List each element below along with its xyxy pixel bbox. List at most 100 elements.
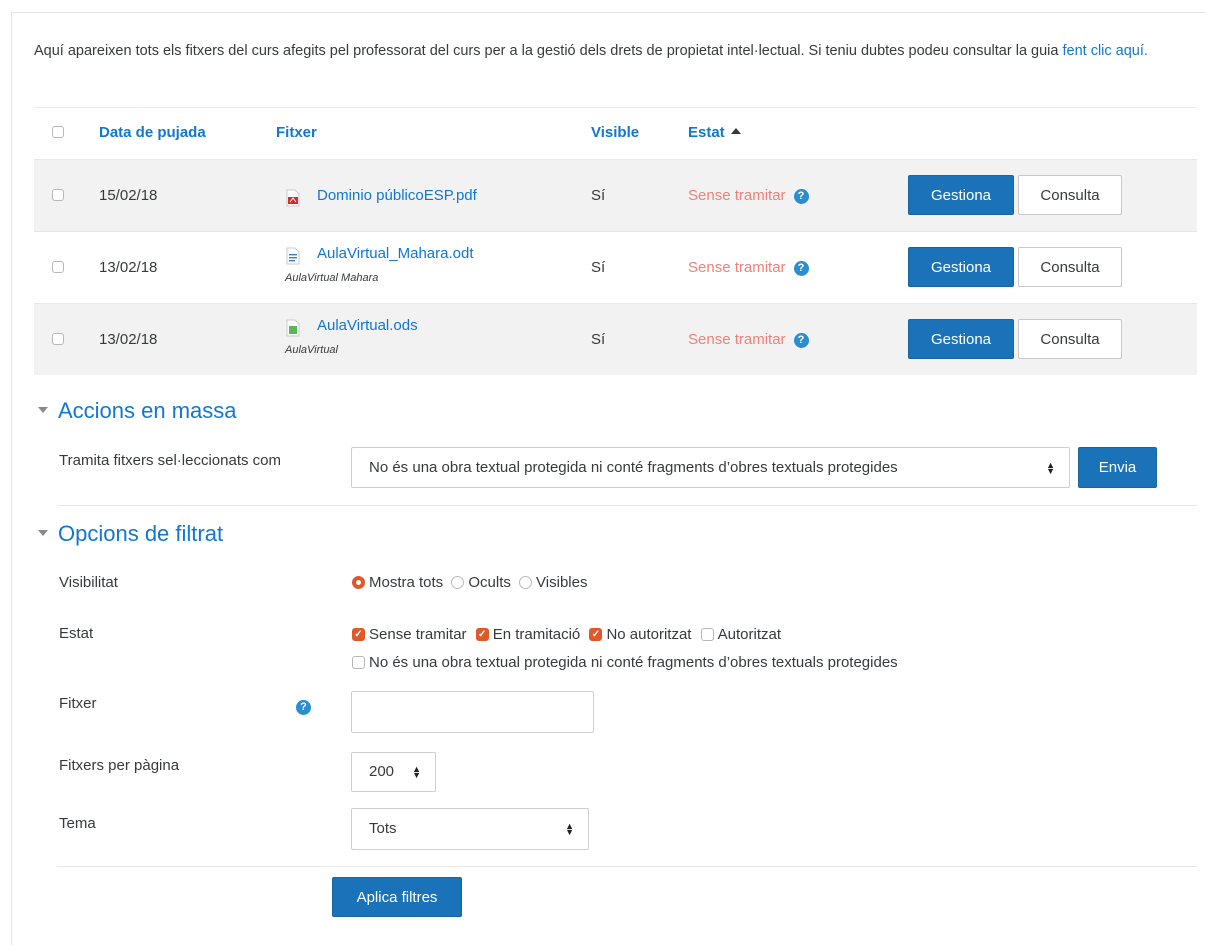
help-icon[interactable]: ?	[793, 260, 809, 276]
radio-label: Ocults	[468, 574, 511, 591]
status-filter-label: Estat	[59, 625, 94, 642]
intro-text: Aquí apareixen tots els fitxers del curs…	[34, 41, 1194, 62]
sort-ascending-icon	[730, 128, 741, 135]
divider	[57, 866, 1197, 867]
table-header: Data de pujada Fitxer Visible Estat	[34, 107, 1197, 159]
table-row: 13/02/18 AulaVirtual_Mahara.odt AulaVirt…	[34, 231, 1197, 303]
column-file[interactable]: Fitxer	[276, 124, 317, 141]
help-icon[interactable]: ?	[793, 188, 809, 204]
collapse-triangle-icon	[38, 407, 48, 414]
file-link[interactable]: AulaVirtual.ods	[317, 317, 418, 334]
radio-label: Mostra tots	[369, 574, 444, 591]
visibility-label: Visibilitat	[59, 574, 118, 591]
checkbox-icon	[352, 655, 365, 669]
file-description: AulaVirtual	[285, 344, 338, 356]
checkbox-authorized[interactable]: Autoritzat	[700, 626, 782, 643]
file-filter-input[interactable]	[351, 691, 594, 733]
row-date: 15/02/18	[99, 187, 158, 204]
bulk-action-label: Tramita fitxers sel·leccionats com	[59, 452, 281, 469]
checkbox-label: No autoritzat	[606, 626, 692, 643]
checkbox-label: En tramitació	[492, 626, 581, 643]
column-date[interactable]: Data de pujada	[99, 124, 206, 141]
bulk-action-select-value: No és una obra textual protegida ni cont…	[369, 459, 898, 476]
row-status: Sense tramitar?	[688, 187, 809, 204]
per-page-select[interactable]: 200 ▲ ▼	[351, 752, 436, 792]
topic-select[interactable]: Tots ▲ ▼	[351, 808, 589, 850]
checkbox-not-processed[interactable]: ✓ Sense tramitar	[352, 626, 467, 643]
row-status: Sense tramitar?	[688, 331, 809, 348]
status-text: Sense tramitar	[688, 331, 786, 348]
checkbox-checked-icon: ✓	[352, 627, 365, 641]
document-file-icon	[286, 247, 300, 265]
manage-button[interactable]: Gestiona	[908, 175, 1014, 215]
manage-button[interactable]: Gestiona	[908, 319, 1014, 359]
status-options: ✓ Sense tramitar ✓ En tramitació ✓ No autor…	[352, 626, 781, 643]
checkbox-icon	[700, 627, 714, 641]
file-link[interactable]: Dominio públicoESP.pdf	[317, 187, 477, 204]
column-status[interactable]: Estat	[688, 124, 741, 141]
view-button[interactable]: Consulta	[1018, 319, 1122, 359]
row-date: 13/02/18	[99, 259, 158, 276]
row-date: 13/02/18	[99, 331, 158, 348]
filter-options-heading[interactable]: Opcions de filtrat	[38, 521, 223, 547]
checkbox-label: Sense tramitar	[369, 626, 467, 643]
row-checkbox[interactable]	[52, 189, 64, 201]
checkbox-in-process[interactable]: ✓ En tramitació	[475, 626, 581, 643]
row-visible: Sí	[591, 259, 606, 276]
help-icon[interactable]: ?	[296, 700, 311, 715]
status-text: Sense tramitar	[688, 187, 786, 204]
row-visible: Sí	[591, 331, 606, 348]
checkbox-label: No és una obra textual protegida ni cont…	[369, 654, 898, 671]
status-text: Sense tramitar	[688, 259, 786, 276]
checkbox-not-authorized[interactable]: ✓ No autoritzat	[589, 626, 691, 643]
topic-value: Tots	[369, 820, 397, 837]
radio-icon	[519, 575, 533, 589]
table-row: 13/02/18 AulaVirtual.ods AulaVirtual Sí …	[34, 303, 1197, 375]
topic-label: Tema	[59, 815, 96, 832]
bulk-actions-title: Accions en massa	[58, 398, 237, 423]
select-all-checkbox[interactable]	[52, 126, 64, 138]
radio-label: Visibles	[536, 574, 588, 591]
radio-selected-icon	[352, 575, 365, 589]
filter-options-title: Opcions de filtrat	[58, 521, 224, 546]
status-options-extra: No és una obra textual protegida ni cont…	[352, 654, 898, 671]
checkbox-not-protected-work[interactable]: No és una obra textual protegida ni cont…	[352, 654, 898, 671]
guide-link[interactable]: fent clic aquí.	[1062, 43, 1147, 59]
checkbox-checked-icon: ✓	[475, 627, 489, 641]
radio-show-all[interactable]: Mostra tots	[352, 574, 443, 591]
apply-filters-button[interactable]: Aplica filtres	[332, 877, 462, 917]
file-filter-label: Fitxer	[59, 695, 97, 712]
visibility-options: Mostra tots Ocults Visibles	[352, 574, 587, 591]
row-status: Sense tramitar?	[688, 259, 809, 276]
select-arrows-icon: ▲ ▼	[412, 764, 421, 780]
send-button[interactable]: Envia	[1078, 447, 1157, 488]
radio-icon	[451, 575, 465, 589]
column-status-label: Estat	[688, 124, 725, 141]
view-button[interactable]: Consulta	[1018, 175, 1122, 215]
per-page-value: 200	[369, 763, 395, 780]
divider	[57, 505, 1197, 506]
select-arrows-icon: ▲ ▼	[1046, 459, 1055, 476]
radio-hidden[interactable]: Ocults	[451, 574, 511, 591]
file-link[interactable]: AulaVirtual_Mahara.odt	[317, 245, 474, 262]
radio-visible[interactable]: Visibles	[519, 574, 587, 591]
checkbox-checked-icon: ✓	[589, 627, 603, 641]
bulk-action-select[interactable]: No és una obra textual protegida ni cont…	[351, 447, 1070, 488]
collapse-triangle-icon	[38, 530, 48, 537]
spreadsheet-file-icon	[286, 319, 300, 337]
select-arrows-icon: ▲ ▼	[565, 821, 574, 837]
row-visible: Sí	[591, 187, 606, 204]
file-description: AulaVirtual Mahara	[285, 272, 379, 284]
column-visible[interactable]: Visible	[591, 124, 639, 141]
pdf-file-icon	[286, 189, 300, 207]
intro-description: Aquí apareixen tots els fitxers del curs…	[34, 43, 1063, 59]
row-checkbox[interactable]	[52, 261, 64, 273]
per-page-label: Fitxers per pàgina	[59, 757, 180, 774]
manage-button[interactable]: Gestiona	[908, 247, 1014, 287]
checkbox-label: Autoritzat	[717, 626, 782, 643]
bulk-actions-heading[interactable]: Accions en massa	[38, 398, 237, 424]
help-icon[interactable]: ?	[793, 332, 809, 348]
view-button[interactable]: Consulta	[1018, 247, 1122, 287]
table-row: 15/02/18 Dominio públicoESP.pdf Sí Sense…	[34, 159, 1197, 231]
row-checkbox[interactable]	[52, 333, 64, 345]
